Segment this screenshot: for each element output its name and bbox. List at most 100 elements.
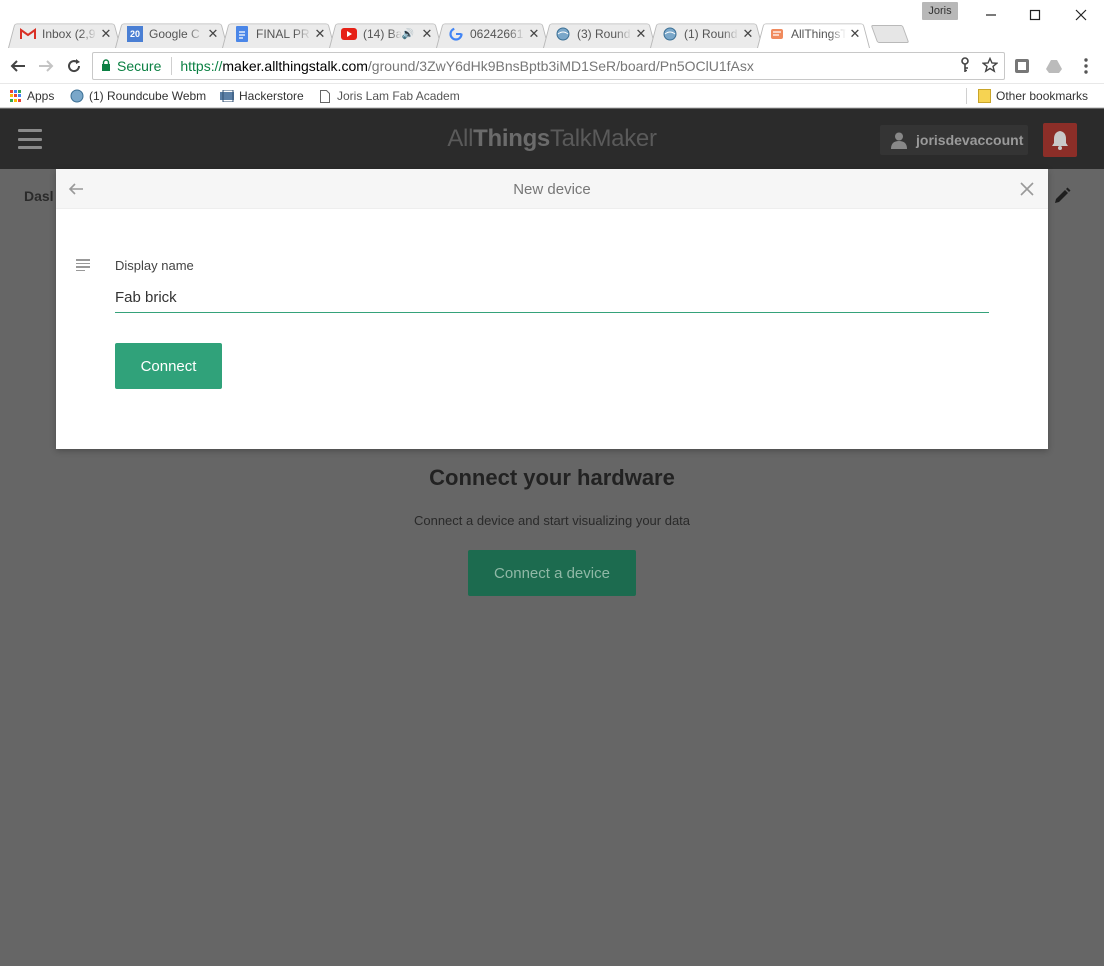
- tab-final-project-doc[interactable]: FINAL PR ✕: [222, 20, 335, 48]
- user-icon: [891, 132, 907, 149]
- logo-part: TalkMaker: [549, 125, 657, 152]
- tab-title: Google C: [149, 27, 200, 41]
- back-button[interactable]: [6, 54, 30, 78]
- tab-title: (3) Round: [577, 27, 631, 41]
- audio-playing-icon[interactable]: 🔊: [402, 29, 414, 40]
- bookmark-label: Apps: [27, 89, 55, 103]
- new-tab-button[interactable]: [874, 25, 906, 43]
- extension-icon: [1015, 59, 1029, 73]
- tab-youtube[interactable]: (14) Ba 🔊 ✕: [329, 20, 442, 48]
- username: jorisdevaccount: [916, 132, 1024, 148]
- docs-icon: [234, 26, 250, 42]
- tab-title: (14) Ba: [363, 27, 402, 41]
- browser-menu-button[interactable]: [1077, 57, 1095, 75]
- pencil-icon[interactable]: [1052, 186, 1072, 206]
- bookmark-star-icon[interactable]: [981, 56, 999, 77]
- tab-close-icon[interactable]: ✕: [632, 26, 650, 42]
- display-name-label: Display name: [115, 258, 194, 273]
- lock-icon: [101, 58, 111, 74]
- minimize-button[interactable]: [976, 4, 1006, 26]
- user-account-button[interactable]: jorisdevaccount: [880, 125, 1028, 155]
- bookmark-roundcube[interactable]: (1) Roundcube Webm: [70, 87, 206, 105]
- tab-allthingstalk[interactable]: AllThingsT ✕: [757, 20, 870, 48]
- tab-close-icon[interactable]: ✕: [739, 26, 757, 42]
- secure-label: Secure: [117, 58, 162, 74]
- text-field-icon: [76, 259, 90, 271]
- url-scheme: https://: [180, 58, 223, 74]
- tab-close-icon[interactable]: ✕: [311, 26, 329, 42]
- new-device-modal: New device Display name Connect: [56, 169, 1048, 449]
- tab-close-icon[interactable]: ✕: [418, 26, 436, 42]
- browser-tabstrip: Joris Inbox (2,9 ✕ 20 Google C ✕ FINAL P…: [0, 0, 1104, 48]
- tab-close-icon[interactable]: ✕: [97, 26, 115, 42]
- profile-button[interactable]: Joris: [922, 2, 958, 20]
- roundcube-icon: [662, 26, 678, 42]
- bookmarks-bar: Apps (1) Roundcube Webm Hackerstore Jori…: [0, 84, 1104, 108]
- key-icon[interactable]: [958, 57, 972, 77]
- modal-title: New device: [513, 181, 591, 198]
- browser-toolbar: Secure https://maker.allthingstalk.com/g…: [0, 48, 1104, 84]
- bookmark-label: Joris Lam Fab Academ: [337, 89, 460, 103]
- reload-icon: [68, 59, 81, 73]
- other-bookmarks-label: Other bookmarks: [996, 89, 1089, 103]
- bookmark-hackerstore[interactable]: Hackerstore: [220, 87, 304, 105]
- tab-close-icon[interactable]: ✕: [846, 26, 864, 42]
- drive-extension-button[interactable]: [1045, 57, 1063, 75]
- tab-list: Inbox (2,9 ✕ 20 Google C ✕ FINAL PR ✕ (1…: [8, 20, 906, 48]
- display-name-input[interactable]: [115, 283, 989, 313]
- other-bookmarks[interactable]: Other bookmarks: [977, 87, 1088, 105]
- logo-part-bold: Things: [473, 125, 550, 152]
- folder-icon: [977, 89, 991, 103]
- tab-title: 06242661: [470, 27, 524, 41]
- tab-google-calendar[interactable]: 20 Google C ✕: [115, 20, 228, 48]
- address-bar[interactable]: Secure https://maker.allthingstalk.com/g…: [92, 52, 1005, 80]
- empty-state-title: Connect your hardware: [429, 465, 675, 490]
- tab-close-icon[interactable]: ✕: [204, 26, 222, 42]
- allthingstalk-icon: [769, 26, 785, 42]
- arrow-right-icon: [39, 60, 54, 72]
- youtube-icon: [341, 26, 357, 42]
- minimize-icon: [986, 14, 996, 16]
- maximize-icon: [1029, 9, 1041, 21]
- bookmark-label: Hackerstore: [239, 89, 304, 103]
- notifications-button[interactable]: [1043, 123, 1077, 157]
- arrow-left-icon: [10, 60, 25, 72]
- address-separator: [171, 57, 173, 75]
- drive-icon: [1046, 60, 1062, 73]
- modal-header: New device: [56, 169, 1048, 209]
- app-header: AllThingsTalkMaker jorisdevaccount: [0, 109, 1104, 169]
- dashboard-title: Dasl: [24, 188, 54, 204]
- bookmark-fab-academy[interactable]: Joris Lam Fab Academ: [318, 87, 460, 105]
- roundcube-icon: [555, 26, 571, 42]
- url-path: /ground/3ZwY6dHk9BnsBptb3iMD1SeR/board/P…: [367, 58, 754, 74]
- window-close-button[interactable]: [1066, 4, 1096, 26]
- close-icon[interactable]: [1019, 181, 1035, 197]
- tab-title: Inbox (2,9: [42, 27, 96, 41]
- tab-gmail[interactable]: Inbox (2,9 ✕: [8, 20, 121, 48]
- empty-state-subtitle: Connect a device and start visualizing y…: [413, 513, 691, 528]
- tab-roundcube-3[interactable]: (3) Round ✕: [543, 20, 656, 48]
- gmail-icon: [20, 26, 36, 42]
- connect-a-device-button[interactable]: Connect a device: [468, 550, 636, 596]
- bell-icon: [1052, 131, 1068, 150]
- logo-part: All: [447, 125, 474, 152]
- tab-title: FINAL PR: [256, 27, 310, 41]
- forward-button[interactable]: [34, 54, 58, 78]
- google-icon: [448, 26, 464, 42]
- connect-button[interactable]: Connect: [115, 343, 222, 389]
- maximize-button[interactable]: [1020, 4, 1050, 26]
- close-icon: [1075, 9, 1087, 21]
- reload-button[interactable]: [62, 54, 86, 78]
- calendar-icon: 20: [127, 26, 143, 42]
- extension-button[interactable]: [1013, 57, 1031, 75]
- more-vert-icon: [1084, 58, 1088, 74]
- tab-roundcube-1[interactable]: (1) Round ✕: [650, 20, 763, 48]
- url-host: maker.allthingstalk.com: [222, 58, 368, 74]
- bookmark-apps[interactable]: Apps: [10, 87, 54, 105]
- tab-title: (1) Round: [684, 27, 738, 41]
- hackerstore-icon: [220, 89, 234, 103]
- bookmarks-divider: [966, 88, 967, 104]
- tab-close-icon[interactable]: ✕: [525, 26, 543, 42]
- tab-google-search[interactable]: 06242661 ✕: [436, 20, 549, 48]
- tab-title: AllThingsT: [791, 27, 846, 41]
